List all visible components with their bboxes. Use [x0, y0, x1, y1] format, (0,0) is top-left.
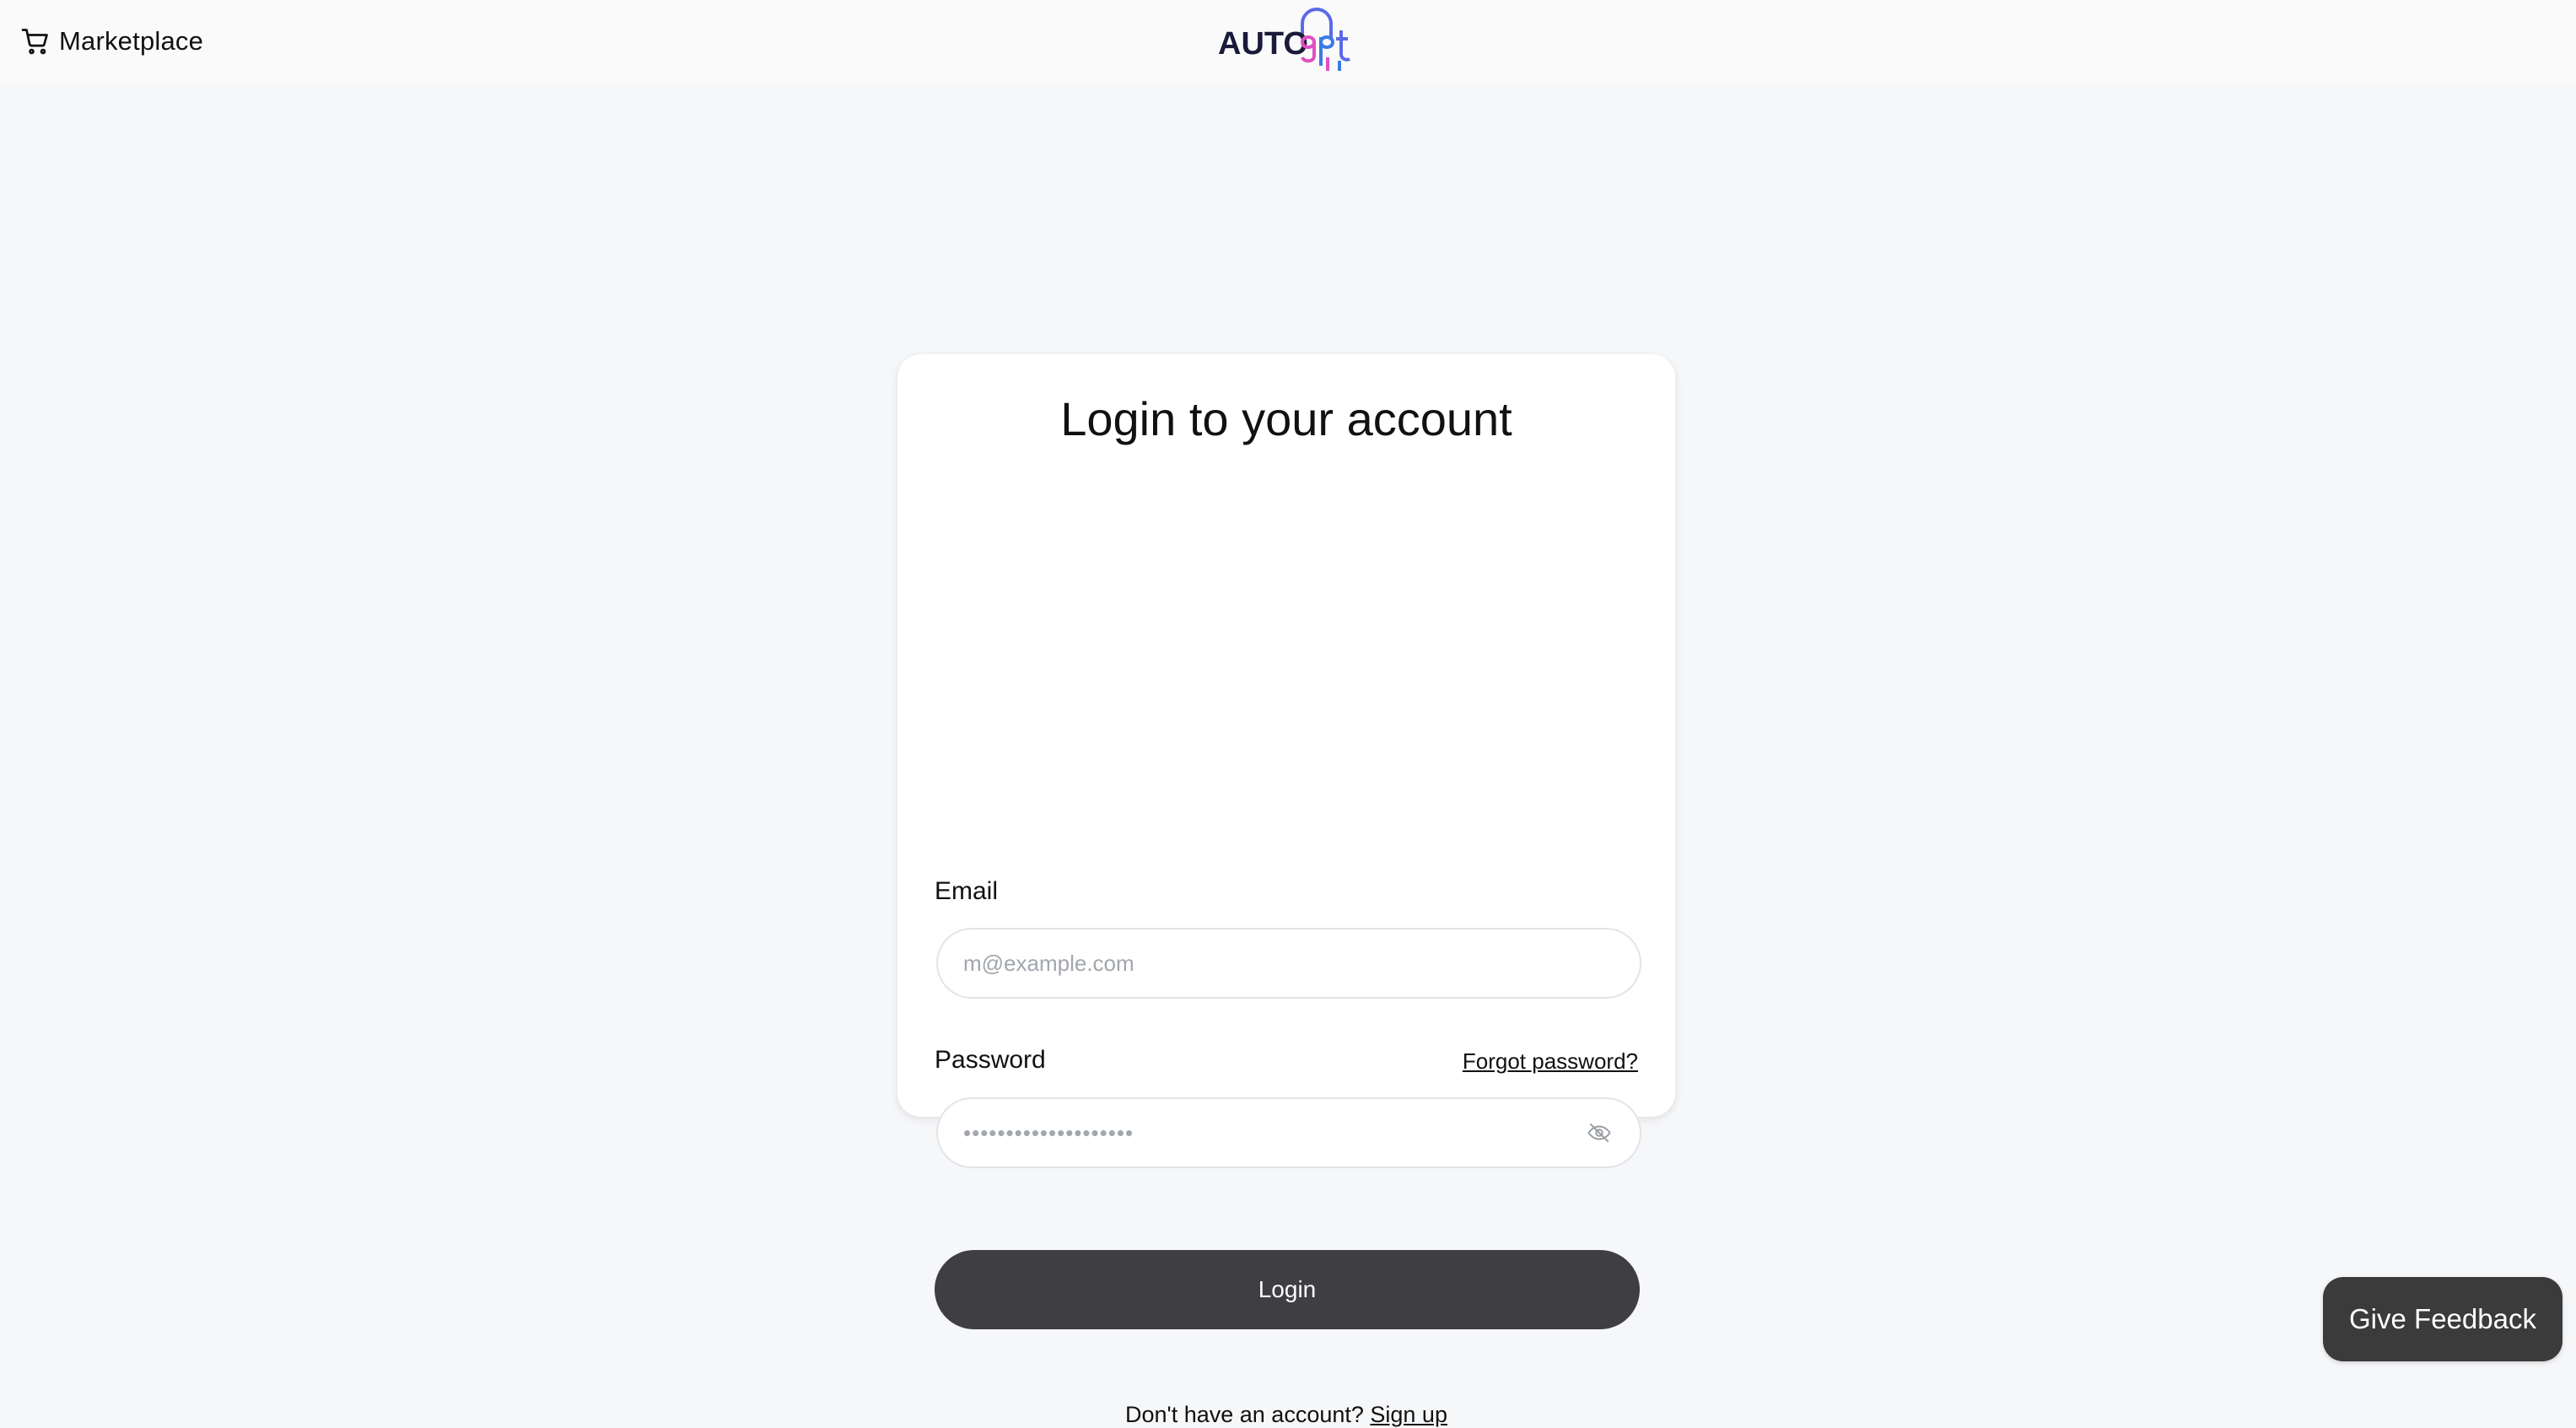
signup-prompt: Don't have an account?	[1125, 1402, 1371, 1427]
eye-off-icon[interactable]	[1582, 1116, 1616, 1150]
give-feedback-button[interactable]: Give Feedback	[2323, 1277, 2563, 1361]
password-input[interactable]	[936, 1097, 1641, 1168]
marketplace-link[interactable]: Marketplace	[19, 20, 203, 62]
email-input[interactable]	[936, 928, 1641, 999]
login-card: Login to your account Email Password For…	[897, 354, 1675, 1427]
email-label: Email	[935, 877, 999, 905]
shopping-cart-icon	[19, 24, 52, 58]
autogpt-logo[interactable]: AUTO	[1215, 5, 1358, 76]
signup-row: Don't have an account? Sign up	[897, 1402, 1675, 1428]
signup-link[interactable]: Sign up	[1370, 1402, 1447, 1427]
marketplace-label: Marketplace	[59, 26, 204, 56]
page-title: Login to your account	[1060, 392, 1512, 445]
top-navigation-bar: Marketplace AUTO	[0, 0, 2576, 84]
login-button[interactable]: Login	[935, 1250, 1640, 1329]
password-label: Password	[935, 1046, 1046, 1074]
svg-text:AUTO: AUTO	[1218, 26, 1308, 62]
forgot-password-link[interactable]: Forgot password?	[1463, 1048, 1638, 1075]
